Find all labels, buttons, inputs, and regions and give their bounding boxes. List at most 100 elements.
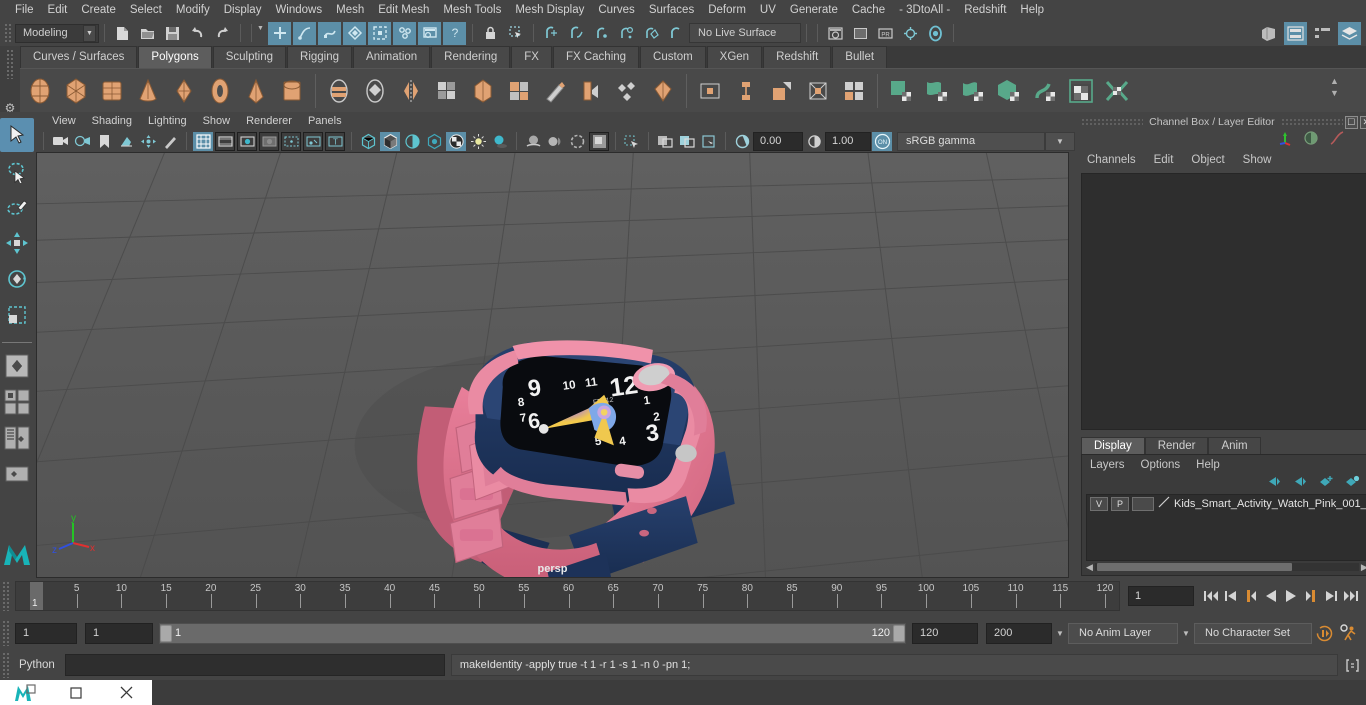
step-forward-key-button[interactable] [1322,586,1340,606]
channel-box-menu-object[interactable]: Object [1191,154,1224,166]
new-layer-icon[interactable] [1318,475,1334,493]
shelf-tab-curves-surfaces[interactable]: Curves / Surfaces [20,46,138,68]
shelf-tab-xgen[interactable]: XGen [706,46,763,68]
menu-item-display[interactable]: Display [217,0,269,20]
show-tool-settings-icon[interactable] [1311,22,1334,45]
shelf-tab-rigging[interactable]: Rigging [287,46,353,68]
select-by-object-type-curves-icon[interactable] [293,21,316,45]
go-to-end-button[interactable] [1342,586,1360,606]
menu-item-curves[interactable]: Curves [591,0,641,20]
isolate-select-icon[interactable] [622,132,642,151]
smooth-shade-all-icon[interactable] [380,131,400,151]
polygon-sphere-icon[interactable] [23,73,57,109]
maya-app-icon[interactable] [0,680,51,705]
reduce-mesh-icon[interactable] [610,73,644,109]
anim-end-time-field[interactable]: 200 [986,622,1052,644]
shelf-tab-fx[interactable]: FX [511,46,552,68]
menu-item-3dtoall[interactable]: - 3DtoAll - [892,0,957,20]
toggle-gate-mask-icon[interactable] [259,131,279,151]
render-settings-icon[interactable] [899,22,922,45]
show-render-view-icon[interactable] [824,22,847,45]
layer-tab-anim[interactable]: Anim [1208,437,1261,454]
shading-sphere-icon[interactable] [1303,130,1319,151]
menu-item-windows[interactable]: Windows [268,0,329,20]
scroll-left-icon[interactable]: ◀ [1086,562,1093,573]
layer-menu-help[interactable]: Help [1196,459,1220,471]
scrollbar-track[interactable] [1094,563,1359,571]
shelf-tab-sculpting[interactable]: Sculpting [212,46,287,68]
viewport-menu-panels[interactable]: Panels [300,115,350,127]
play-forwards-button[interactable] [1282,586,1300,606]
select-by-hierarchy-icon[interactable] [268,21,291,45]
command-language-label[interactable]: Python [11,659,65,671]
panel-grip-right[interactable] [1280,118,1343,126]
uv-editor-icon[interactable] [837,73,871,109]
no-sidebar-icon[interactable] [1257,22,1280,45]
script-editor-icon[interactable] [1342,654,1362,676]
layer-row[interactable]: V P Kids_Smart_Activity_Watch_Pink_001_ [1087,495,1366,513]
save-scene-icon[interactable] [161,22,184,45]
two-d-pan-zoom-icon[interactable] [138,132,158,151]
anim-layer-dropdown-arrow-icon[interactable]: ▼ [1052,623,1068,644]
scrollbar-thumb[interactable] [1096,563,1293,571]
menu-item-surfaces[interactable]: Surfaces [642,0,701,20]
select-camera-icon[interactable] [50,132,70,151]
layer-name[interactable]: Kids_Smart_Activity_Watch_Pink_001_ [1174,498,1366,510]
grease-pencil-icon[interactable] [160,132,180,151]
time-slider-grip[interactable] [2,581,11,611]
combine-meshes-icon[interactable] [322,73,356,109]
layer-shading-toggle[interactable] [1132,497,1154,511]
shelf-tab-bullet[interactable]: Bullet [832,46,888,68]
layer-visibility-toggle[interactable]: V [1090,497,1108,511]
playback-start-time-field[interactable]: 1 [85,622,153,644]
snap-to-view-planes-icon[interactable] [640,22,663,45]
shelf-tab-polygons[interactable]: Polygons [138,46,212,68]
shelf-grip-handle[interactable] [5,49,15,79]
booleans-icon[interactable] [646,73,680,109]
panel-grip-left[interactable] [1081,118,1144,126]
mirror-geometry-icon[interactable] [394,73,428,109]
smooth-mesh-icon[interactable] [430,73,464,109]
uv-editor-window-icon[interactable] [1064,73,1098,109]
shelf-tab-animation[interactable]: Animation [353,46,431,68]
move-layer-up-icon[interactable] [1266,475,1282,493]
menu-item-generate[interactable]: Generate [783,0,845,20]
polygon-plane-icon[interactable] [167,73,201,109]
menu-item-deform[interactable]: Deform [701,0,753,20]
menu-item-edit[interactable]: Edit [41,0,75,20]
snap-to-curves-icon[interactable] [565,22,588,45]
shelf-scroll-down-icon[interactable]: ▼ [1330,88,1344,98]
current-time-indicator[interactable]: 1 [30,582,43,610]
extrude-icon[interactable] [574,73,608,109]
toggle-film-gate-icon[interactable] [215,131,235,151]
channel-box-content[interactable] [1081,173,1366,430]
show-channel-box-layer-editor-icon[interactable] [1338,22,1361,45]
gamma-value-field[interactable]: 1.00 [825,131,871,151]
viewport-menu-show[interactable]: Show [195,115,239,127]
multisample-antialiasing-icon[interactable] [567,132,587,151]
lock-selection-icon[interactable] [479,22,502,45]
layout-single-perspective-view[interactable] [0,349,34,383]
range-bar-left-handle[interactable] [160,624,172,642]
command-input-field[interactable] [64,654,445,676]
layout-outliner-persp[interactable] [0,421,34,455]
select-by-object-type-deformers-icon[interactable] [343,21,366,45]
motion-blur-icon[interactable] [545,132,565,151]
snap-to-points-icon[interactable] [590,22,613,45]
uv-unfold-icon[interactable] [1028,73,1062,109]
menu-item-select[interactable]: Select [123,0,169,20]
xray-active-components-icon[interactable] [699,132,719,151]
color-space-dropdown-arrow-icon[interactable]: ▼ [1045,131,1075,151]
freeze-transformations-icon[interactable] [765,73,799,109]
layout-four-view[interactable] [0,385,34,419]
layer-menu-options[interactable]: Options [1141,459,1181,471]
viewport-menu-shading[interactable]: Shading [84,115,140,127]
uv-cylindrical-map-icon[interactable] [920,73,954,109]
range-bar[interactable]: 1 120 [159,622,906,644]
menu-item-edit-mesh[interactable]: Edit Mesh [371,0,436,20]
shelf-scroll-up-icon[interactable]: ▲ [1330,76,1344,86]
exposure-icon[interactable] [732,132,752,151]
delete-history-icon[interactable] [801,73,835,109]
snap-to-projected-center-icon[interactable] [615,22,638,45]
toggle-resolution-gate-icon[interactable] [237,131,257,151]
